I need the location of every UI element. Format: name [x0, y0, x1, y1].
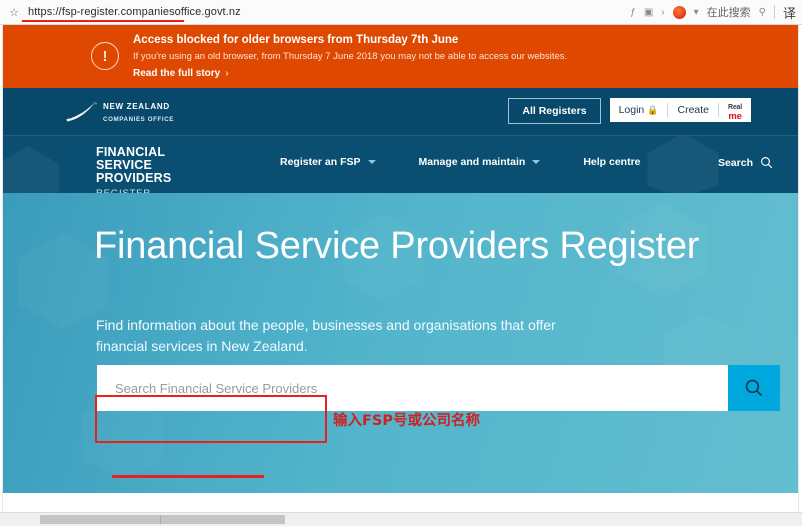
- collections-icon[interactable]: ▣: [644, 7, 653, 18]
- chevron-right-icon: ›: [225, 68, 229, 79]
- translate-button[interactable]: 译: [783, 3, 796, 22]
- site-header: TM NEW ZEALAND COMPANIES OFFICE All Regi…: [3, 88, 798, 136]
- annotation-radio-underline: [112, 475, 264, 478]
- scrollbar-tick: [160, 515, 161, 524]
- search-submit-button[interactable]: [728, 365, 780, 411]
- chevron-down-icon[interactable]: ▾: [694, 7, 699, 18]
- hero-search-row: [97, 365, 780, 411]
- auth-divider-1: [667, 103, 669, 117]
- search-icon: [745, 379, 763, 397]
- bookmark-star-icon[interactable]: ☆: [6, 4, 22, 20]
- alert-link-label: Read the full story: [133, 68, 221, 79]
- nav-search-label: Search: [717, 156, 753, 169]
- logo-line-1: NEW ZEALAND: [103, 102, 170, 111]
- nav-item-label: Help centre: [583, 156, 641, 168]
- login-label: Login: [618, 104, 645, 116]
- silver-fern-icon: TM: [66, 102, 97, 122]
- exclamation-circle-icon: !: [91, 42, 119, 70]
- background-pattern-icon: [647, 136, 719, 193]
- search-icon[interactable]: ⚲: [759, 7, 766, 18]
- auth-divider-2: [718, 103, 719, 117]
- login-button[interactable]: Login 🔒: [619, 104, 659, 116]
- alert-read-more-link[interactable]: Read the full story ›: [133, 68, 567, 79]
- create-account-button[interactable]: Create: [677, 104, 709, 116]
- facebook-icon[interactable]: ƒ: [630, 7, 636, 18]
- alert-banner: ! Access blocked for older browsers from…: [3, 25, 798, 88]
- search-icon: [761, 157, 773, 169]
- annotation-url-underline: [22, 20, 184, 22]
- companies-office-logo[interactable]: TM NEW ZEALAND COMPANIES OFFICE: [65, 100, 174, 124]
- hero-subtitle: Find information about the people, busin…: [96, 317, 556, 354]
- nav-item-label: Register an FSP: [280, 156, 361, 168]
- fsp-brand-line-1: FINANCIAL SERVICE PROVIDERS: [96, 145, 172, 185]
- horizontal-scrollbar[interactable]: [0, 512, 802, 526]
- page-below-fold: [3, 493, 798, 513]
- browser-toolbar-right: ƒ ▣ › ▾ 在此搜索 ⚲ 译: [630, 0, 802, 24]
- nav-item-label: Manage and maintain: [418, 156, 526, 168]
- realme-top-text: Real: [728, 103, 742, 111]
- realme-bottom-text: me: [728, 110, 742, 122]
- hero-section: Financial Service Providers Register Fin…: [3, 193, 798, 493]
- background-pattern-icon: [3, 146, 59, 193]
- alert-body: If you're using an old browser, from Thu…: [133, 51, 568, 62]
- msn-logo-icon[interactable]: [672, 5, 686, 19]
- search-box[interactable]: [97, 365, 728, 411]
- header-actions: All Registers Login 🔒 Create Real me: [508, 98, 751, 124]
- logo-line-2: COMPANIES OFFICE: [103, 116, 175, 123]
- page-border-right: [798, 25, 799, 515]
- alert-title: Access blocked for older browsers from T…: [133, 34, 459, 46]
- realme-logo[interactable]: Real me: [728, 101, 742, 122]
- chevron-down-icon: [532, 160, 541, 164]
- search-input[interactable]: [97, 365, 728, 411]
- toolbar-divider: [773, 5, 775, 19]
- all-registers-button[interactable]: All Registers: [508, 98, 601, 124]
- forward-chevron-icon[interactable]: ›: [661, 7, 664, 18]
- nav-item-manage-and-maintain[interactable]: Manage and maintain: [419, 156, 541, 168]
- scrollbar-thumb[interactable]: [40, 515, 285, 524]
- nav-item-help-centre[interactable]: Help centre: [583, 156, 640, 168]
- fsp-navigation-bar: FINANCIAL SERVICE PROVIDERS REGISTER Reg…: [3, 136, 798, 193]
- annotation-chinese-note: 输入FSP号或公司名称: [333, 413, 480, 429]
- svg-text:TM: TM: [93, 102, 97, 106]
- nav-items: Register an FSP Manage and maintain Help…: [280, 156, 641, 168]
- browser-search-placeholder[interactable]: 在此搜索: [707, 4, 751, 20]
- address-bar-url[interactable]: https://fsp-register.companiesoffice.gov…: [28, 6, 241, 18]
- auth-bar: Login 🔒 Create Real me: [609, 98, 751, 122]
- chevron-down-icon: [367, 160, 376, 164]
- nav-search-button[interactable]: Search: [718, 156, 773, 169]
- nav-item-register-an-fsp[interactable]: Register an FSP: [280, 156, 376, 168]
- page-title: Financial Service Providers Register: [94, 225, 700, 267]
- lock-icon: 🔒: [647, 104, 659, 115]
- fsp-brand[interactable]: FINANCIAL SERVICE PROVIDERS REGISTER: [96, 145, 221, 194]
